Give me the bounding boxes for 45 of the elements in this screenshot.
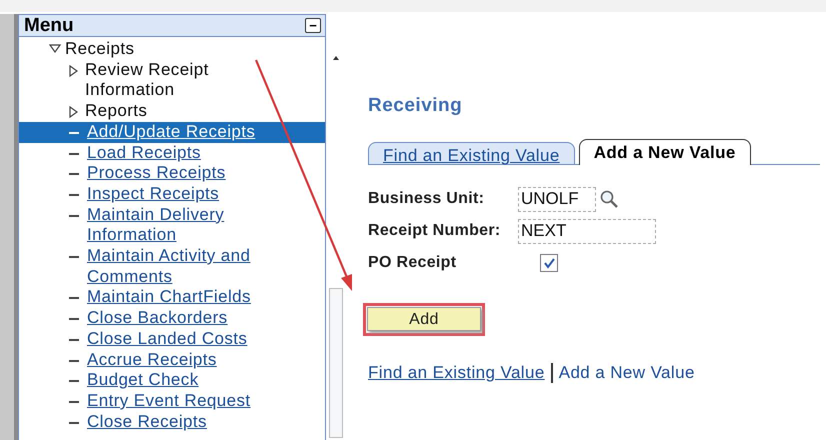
menu-title: Menu	[24, 16, 74, 36]
page-title: Receiving	[368, 94, 464, 118]
dash-icon	[69, 256, 79, 258]
dash-icon	[69, 422, 79, 424]
menu-item[interactable]: Maintain ChartFields	[19, 287, 325, 308]
receipt-number-field[interactable]: NEXT	[518, 218, 656, 244]
menu-item[interactable]: Close Landed Costs	[19, 328, 325, 350]
field-label: Receipt Number:	[368, 221, 502, 241]
dash-icon	[69, 318, 79, 320]
add-button[interactable]: Add	[367, 307, 481, 331]
tab[interactable]: Find an Existing Value	[368, 142, 575, 164]
scroll-up-icon[interactable]	[333, 56, 339, 60]
folder-label[interactable]: Review Receipt Information	[85, 60, 235, 102]
dash-icon	[69, 214, 79, 217]
menu-item[interactable]: Add/Update Receipts	[19, 122, 325, 143]
field-label: Business Unit:	[368, 189, 486, 209]
dash-icon	[69, 152, 79, 155]
menu-item[interactable]: Close Receipts	[19, 412, 325, 432]
menu-item[interactable]: Budget Check	[19, 370, 325, 391]
folder-label[interactable]: Receipts	[65, 39, 215, 60]
po-receipt-checkbox[interactable]	[540, 254, 558, 272]
page-link[interactable]: Find an Existing Value	[368, 360, 545, 386]
business-unit-field[interactable]: UNOLF	[518, 186, 596, 212]
menu-item[interactable]: Maintain Activity and Comments	[19, 246, 325, 288]
menu-item[interactable]: Entry Event Request	[19, 390, 325, 412]
dash-icon	[69, 132, 79, 134]
page-link[interactable]: Add a New Value	[558, 360, 695, 386]
field-label: PO Receipt	[368, 253, 458, 273]
menu-item[interactable]: Process Receipts	[19, 163, 325, 184]
dash-icon	[69, 338, 79, 341]
dash-icon	[69, 173, 79, 176]
menu-item[interactable]: Load Receipts	[19, 142, 325, 164]
tab[interactable]: Add a New Value	[578, 139, 751, 165]
menu-item[interactable]: Inspect Receipts	[19, 184, 325, 205]
menu-item[interactable]: Maintain Delivery Information	[19, 204, 325, 246]
search-icon[interactable]	[599, 189, 619, 209]
dash-icon	[69, 194, 79, 196]
menu-item[interactable]: Close Backorders	[19, 308, 325, 329]
dash-icon	[69, 380, 79, 382]
dash-icon	[69, 400, 79, 403]
menu-item[interactable]: Accrue Receipts	[19, 350, 325, 370]
collapse-button[interactable]: −	[305, 18, 321, 33]
dash-icon	[69, 360, 79, 362]
folder-label[interactable]: Reports	[85, 101, 235, 122]
dash-icon	[69, 297, 79, 300]
